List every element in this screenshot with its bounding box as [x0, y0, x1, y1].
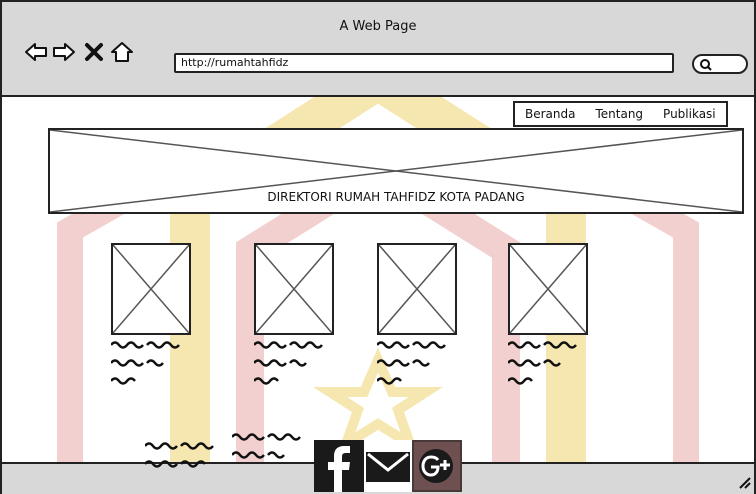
- back-arrow-icon[interactable]: [24, 40, 48, 64]
- nav-item-publikasi[interactable]: Publikasi: [653, 107, 726, 121]
- banner-title: DIREKTORI RUMAH TAHFIDZ KOTA PADANG: [267, 190, 525, 204]
- image-placeholder-icon: [510, 245, 586, 333]
- content-card[interactable]: [508, 243, 588, 391]
- browser-chrome: A Web Page http://rumahtahfidz: [2, 2, 754, 97]
- nav-item-tentang[interactable]: Tentang: [585, 107, 653, 121]
- card-text-scribble: [508, 341, 577, 385]
- google-plus-icon[interactable]: [412, 440, 462, 492]
- close-icon[interactable]: [82, 40, 106, 64]
- email-icon[interactable]: [364, 440, 412, 492]
- search-icon: [700, 59, 712, 71]
- card-text-scribble: [377, 341, 446, 385]
- card-text-scribble: [111, 341, 180, 385]
- top-nav-menu: Beranda Tentang Publikasi: [513, 101, 728, 127]
- content-card[interactable]: [111, 243, 191, 391]
- address-bar[interactable]: http://rumahtahfidz: [174, 53, 674, 73]
- card-image-placeholder: [377, 243, 457, 335]
- footer-text-scribble: [232, 433, 301, 459]
- image-placeholder-icon: [256, 245, 332, 333]
- search-field[interactable]: [692, 54, 748, 74]
- forward-arrow-icon[interactable]: [52, 40, 76, 64]
- image-placeholder-icon: [379, 245, 455, 333]
- image-placeholder-icon: [113, 245, 189, 333]
- card-image-placeholder: [111, 243, 191, 335]
- footer-text-scribble: [145, 442, 214, 468]
- card-image-placeholder: [508, 243, 588, 335]
- card-image-placeholder: [254, 243, 334, 335]
- window-title: A Web Page: [339, 19, 417, 34]
- card-text-scribble: [254, 341, 323, 385]
- resize-handle-icon[interactable]: [736, 474, 752, 490]
- banner-image-placeholder: DIREKTORI RUMAH TAHFIDZ KOTA PADANG: [48, 128, 744, 214]
- home-icon[interactable]: [110, 40, 134, 64]
- nav-item-beranda[interactable]: Beranda: [515, 107, 585, 121]
- content-card[interactable]: [254, 243, 334, 391]
- content-card[interactable]: [377, 243, 457, 391]
- facebook-icon[interactable]: [314, 440, 364, 492]
